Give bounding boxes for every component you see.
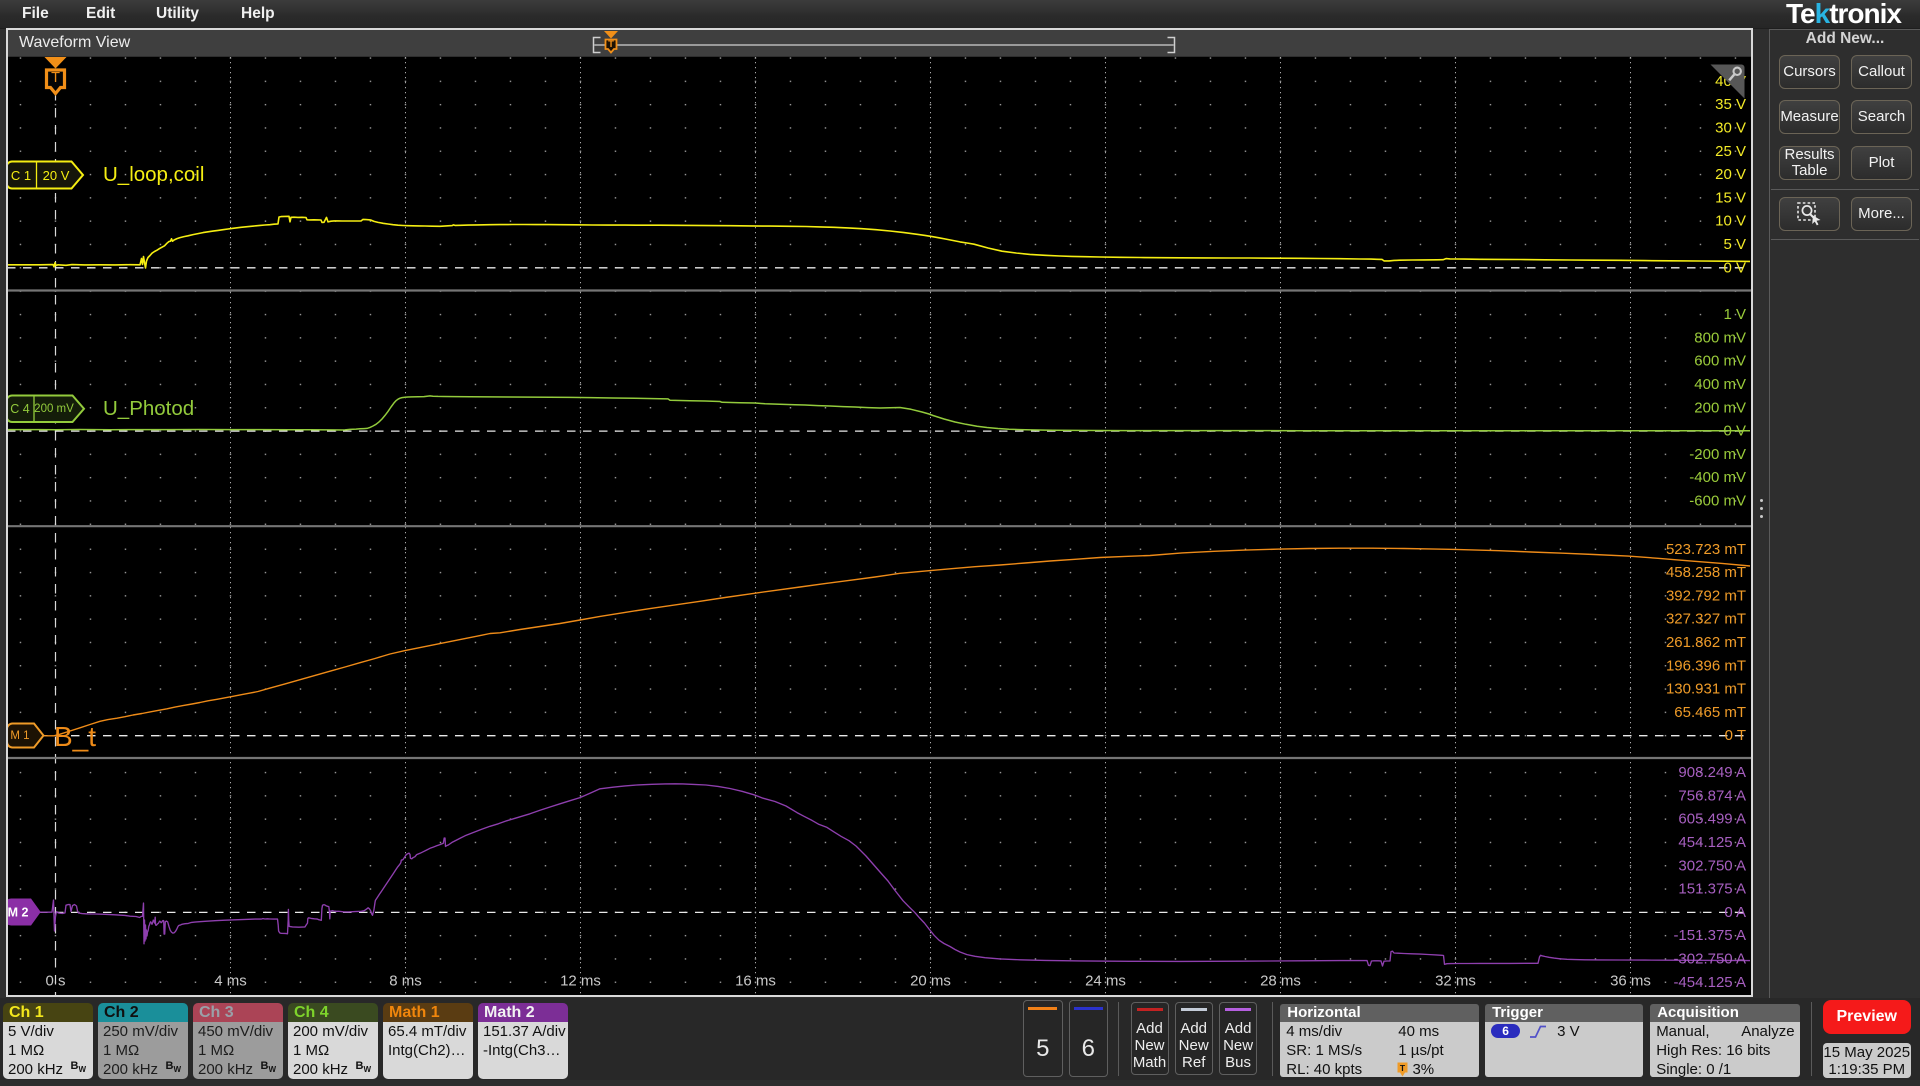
svg-text:T: T [1400, 1063, 1406, 1073]
